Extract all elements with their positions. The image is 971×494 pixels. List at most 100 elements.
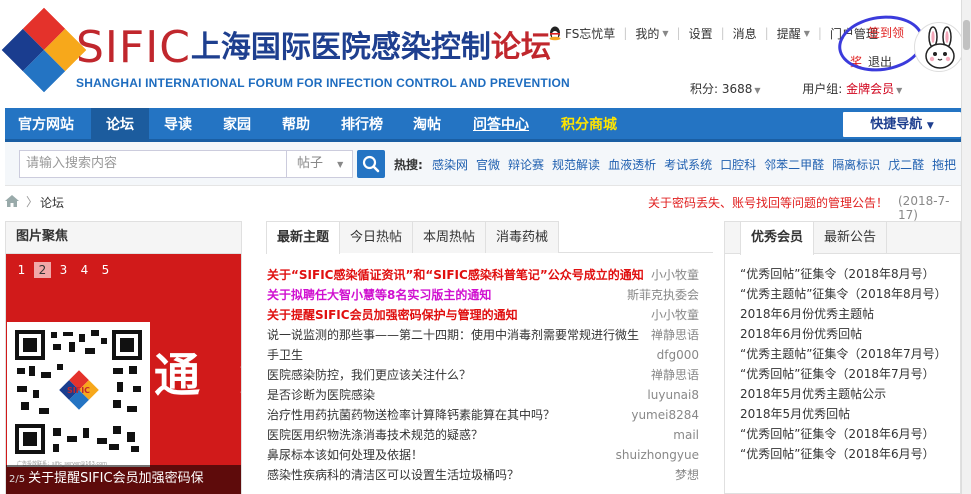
list-item[interactable]: “优秀主题帖”征集令（2018年8月号）	[740, 284, 947, 304]
logo-subtitle: SHANGHAI INTERNATIONAL FORUM FOR INFECTI…	[76, 76, 570, 90]
hot-link[interactable]: 考试系统	[664, 158, 712, 172]
topic-title[interactable]: 关于“SIFIC感染循证资讯”和“SIFIC感染科普笔记”公众号成立的通知！	[267, 265, 645, 285]
caret-down-icon: ▼	[926, 121, 934, 131]
nav-collections[interactable]: 淘帖	[404, 108, 450, 142]
topic-title[interactable]: 关于拟聘任大智小慧等8名实习版主的通知	[267, 285, 491, 305]
topic-title[interactable]: 关于提醒SIFIC会员加强密码保护与管理的通知	[267, 305, 518, 325]
nav-guide[interactable]: 导读	[155, 108, 201, 142]
hot-link[interactable]: 官微	[476, 158, 500, 172]
slide-page-3[interactable]: 3	[55, 262, 72, 278]
list-item: 鼻尿标本该如何处理及依据！ shuizhongyue	[267, 445, 699, 465]
list-item: 关于拟聘任大智小慧等8名实习版主的通知 斯菲克执委会	[267, 285, 699, 305]
home-icon[interactable]	[5, 195, 19, 207]
logo-diamond-icon	[1, 7, 87, 93]
hot-link[interactable]: 口腔科	[720, 158, 756, 172]
topic-author[interactable]: 小小牧童	[651, 305, 699, 325]
list-item[interactable]: “优秀回帖”征集令（2018年8月号）	[740, 264, 947, 284]
hot-link[interactable]: 戊二醛	[888, 158, 924, 172]
topic-tabs: 最新主题 今日热帖 本周热帖 消毒药械	[266, 221, 713, 254]
picture-focus-panel: 图片聚焦 1 2 3 4 5 通 知	[5, 221, 242, 494]
search-input[interactable]: 请输入搜索内容	[19, 150, 287, 178]
slide-page-5[interactable]: 5	[97, 262, 114, 278]
slide-page-4[interactable]: 4	[76, 262, 93, 278]
topic-author[interactable]: 禅静思语	[651, 365, 699, 385]
hot-link[interactable]: 感染网	[432, 158, 468, 172]
points-value[interactable]: 3688	[722, 82, 753, 96]
nav-home[interactable]: 家园	[214, 108, 260, 142]
tab-latest[interactable]: 最新主题	[266, 221, 341, 254]
tab-today-hot[interactable]: 今日热帖	[339, 221, 414, 253]
search-icon	[362, 155, 380, 173]
qr-logo-text: SIFIC	[67, 386, 91, 395]
search-button[interactable]	[357, 150, 385, 178]
hot-link[interactable]: 拖把	[932, 158, 956, 172]
topic-title[interactable]: 手卫生	[267, 345, 303, 365]
chevron-right-icon: 〉	[26, 195, 39, 209]
my-menu[interactable]: 我的 ▼	[635, 25, 668, 42]
slide-page-2[interactable]: 2	[34, 262, 51, 278]
divider: |	[676, 26, 681, 40]
search-type-select[interactable]: 帖子 ▼	[287, 150, 353, 178]
topic-title[interactable]: 感染性疾病科的清洁区可以设置生活垃圾桶吗？	[267, 465, 519, 485]
tab-latest-announcements[interactable]: 最新公告	[813, 222, 888, 254]
topic-title[interactable]: 治疗性用药抗菌药物送检率计算降钙素能算在其中吗？	[267, 405, 555, 425]
page-scrollbar[interactable]	[961, 0, 971, 494]
nav-qa-center[interactable]: 问答中心	[463, 108, 539, 142]
topic-title[interactable]: 鼻尿标本该如何处理及依据！	[267, 445, 423, 465]
list-item[interactable]: 2018年5月优秀主题帖公示	[740, 384, 947, 404]
topic-title[interactable]: 说一说监测的那些事——第二十四期：使用中消毒剂需要常规进行微生	[267, 325, 639, 345]
list-item[interactable]: “优秀回帖”征集令（2018年6月号）	[740, 444, 947, 464]
topic-author[interactable]: dfg000	[657, 345, 699, 365]
hot-link[interactable]: 规范解读	[552, 158, 600, 172]
tab-excellent-members[interactable]: 优秀会员	[740, 222, 815, 255]
reminders-menu[interactable]: 提醒 ▼	[777, 25, 810, 42]
topic-author[interactable]: 梦想	[675, 465, 699, 485]
logo-title: SIFIC上海国际医院感染控制论坛	[76, 26, 551, 70]
list-item[interactable]: 2018年5月优秀回帖	[740, 404, 947, 424]
hot-link[interactable]: 血液透析	[608, 158, 656, 172]
hot-link[interactable]: 邻苯二甲醛	[764, 158, 824, 172]
settings-link[interactable]: 设置	[689, 25, 713, 42]
site-logo[interactable]: SIFIC上海国际医院感染控制论坛 SHANGHAI INTERNATIONAL…	[1, 7, 570, 97]
topic-author[interactable]: luyunai8	[647, 385, 699, 405]
hot-link[interactable]: 辩论赛	[508, 158, 544, 172]
topic-author[interactable]: yumei8284	[631, 405, 699, 425]
list-item[interactable]: “优秀回帖”征集令（2018年6月号）	[740, 424, 947, 444]
quick-nav-button[interactable]: 快捷导航 ▼	[843, 112, 961, 137]
topic-author[interactable]: 禅静思语	[651, 325, 699, 345]
topic-title[interactable]: 是否诊断为医院感染	[267, 385, 375, 405]
topic-title[interactable]: 医院感染防控，我们更应该关注什么？	[267, 365, 471, 385]
list-item[interactable]: 2018年6月份优秀回帖	[740, 324, 947, 344]
topic-author[interactable]: shuizhongyue	[616, 445, 699, 465]
topic-author[interactable]: 斯菲克执委会	[627, 285, 699, 305]
tab-disinfection[interactable]: 消毒药械	[485, 221, 560, 253]
announcement-link[interactable]: 关于密码丢失、账号找回等问题的管理公告！	[648, 194, 888, 211]
breadcrumb-current[interactable]: 论坛	[40, 194, 64, 211]
list-item[interactable]: 2018年6月份优秀主题帖	[740, 304, 947, 324]
tab-week-hot[interactable]: 本周热帖	[412, 221, 487, 253]
list-item[interactable]: “优秀主题帖”征集令（2018年7月号）	[740, 344, 947, 364]
username-link[interactable]: FS忘忧草	[548, 25, 615, 42]
nav-forum[interactable]: 论坛	[91, 108, 149, 142]
topic-author[interactable]: mail	[673, 425, 699, 445]
penguin-icon	[549, 26, 561, 41]
chevron-down-icon[interactable]: ▼	[754, 86, 760, 95]
messages-link[interactable]: 消息	[733, 25, 757, 42]
nav-help[interactable]: 帮助	[273, 108, 319, 142]
slide-caption[interactable]: 2/5 关于提醒SIFIC会员加强密码保	[6, 465, 241, 494]
list-item[interactable]: “优秀回帖”征集令（2018年7月号）	[740, 364, 947, 384]
group-value[interactable]: 金牌会员	[846, 82, 894, 96]
avatar[interactable]	[914, 22, 964, 72]
nav-official-site[interactable]: 官方网站	[9, 108, 83, 142]
hot-link[interactable]: 隔离标识	[832, 158, 880, 172]
topic-author[interactable]: 小小牧童	[651, 265, 699, 285]
chevron-down-icon[interactable]: ▼	[896, 86, 902, 95]
nav-ranking[interactable]: 排行榜	[332, 108, 392, 142]
slideshow[interactable]: 1 2 3 4 5 通 知	[6, 254, 241, 494]
chevron-down-icon: ▼	[803, 28, 810, 38]
scrollbar-thumb[interactable]	[963, 20, 970, 50]
slide-page-1[interactable]: 1	[13, 262, 30, 278]
topic-title[interactable]: 医院医用织物洗涤消毒技术规范的疑惑？	[267, 425, 483, 445]
slide-index: 2/5	[9, 474, 26, 485]
nav-points-mall[interactable]: 积分商城	[551, 108, 627, 142]
